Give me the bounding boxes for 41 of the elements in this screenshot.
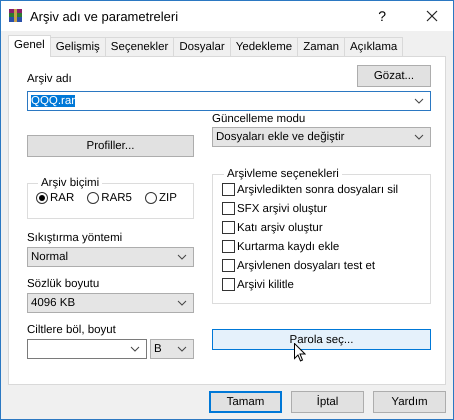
- window-title: Arşiv adı ve parametreleri: [30, 8, 180, 24]
- browse-button[interactable]: Gözat...: [357, 65, 431, 87]
- tab[interactable]: Açıklama: [344, 37, 404, 56]
- chevron-down-icon: [414, 98, 424, 104]
- chevron-down-icon: [177, 254, 187, 260]
- dialog-button[interactable]: Tamam: [209, 391, 282, 413]
- close-icon[interactable]: [426, 10, 438, 22]
- set-password-button[interactable]: Parola seç...: [212, 329, 431, 350]
- checkbox-option[interactable]: Kurtarma kaydı ekle: [222, 237, 422, 256]
- mouse-pointer-icon: [294, 343, 306, 362]
- group-label: Arşiv biçimi: [40, 177, 100, 189]
- group-label: Arşivleme seçenekleri: [226, 168, 340, 180]
- checkbox-option[interactable]: Arşivlenen dosyaları test et: [222, 256, 422, 275]
- stacked-books-icon: [8, 8, 24, 24]
- chevron-down-icon: [177, 346, 187, 352]
- dictionary-size-dropdown[interactable]: 4096 KB: [27, 293, 194, 313]
- help-button[interactable]: ?: [378, 8, 386, 24]
- update-mode-label: Güncelleme modu: [212, 112, 306, 127]
- profiles-button[interactable]: Profiller...: [27, 135, 194, 157]
- size-unit-dropdown[interactable]: B: [150, 339, 194, 359]
- checkbox-option[interactable]: Arşivledikten sonra dosyaları sil: [222, 180, 422, 199]
- split-volumes-label: Ciltlere böl, boyut: [27, 323, 117, 338]
- tab[interactable]: Genel: [8, 35, 51, 57]
- radio-option[interactable]: RAR5: [87, 192, 132, 204]
- dialog-button[interactable]: Yardım: [373, 391, 446, 413]
- volume-size-field[interactable]: [27, 339, 147, 359]
- checkbox-option[interactable]: SFX arşivi oluştur: [222, 199, 422, 218]
- chevron-down-icon: [177, 300, 187, 306]
- archive-name-field[interactable]: QQQ.rar: [27, 91, 431, 111]
- compression-method-dropdown[interactable]: Normal: [27, 247, 194, 267]
- dialog-button[interactable]: İptal: [291, 391, 364, 413]
- radio-option[interactable]: RAR: [36, 192, 74, 204]
- chevron-down-icon: [130, 346, 140, 352]
- chevron-down-icon: [414, 134, 424, 140]
- dictionary-size-label: Sözlük boyutu: [27, 277, 100, 292]
- radio-option[interactable]: ZIP: [144, 192, 177, 204]
- checkbox-option[interactable]: Katı arşiv oluştur: [222, 218, 422, 237]
- checkbox-option[interactable]: Arşivi kilitle: [222, 275, 422, 294]
- compression-method-label: Sıkıştırma yöntemi: [27, 231, 124, 246]
- archive-name-label: Arşiv adı: [27, 72, 72, 87]
- update-mode-dropdown[interactable]: Dosyaları ekle ve değiştir: [212, 127, 431, 147]
